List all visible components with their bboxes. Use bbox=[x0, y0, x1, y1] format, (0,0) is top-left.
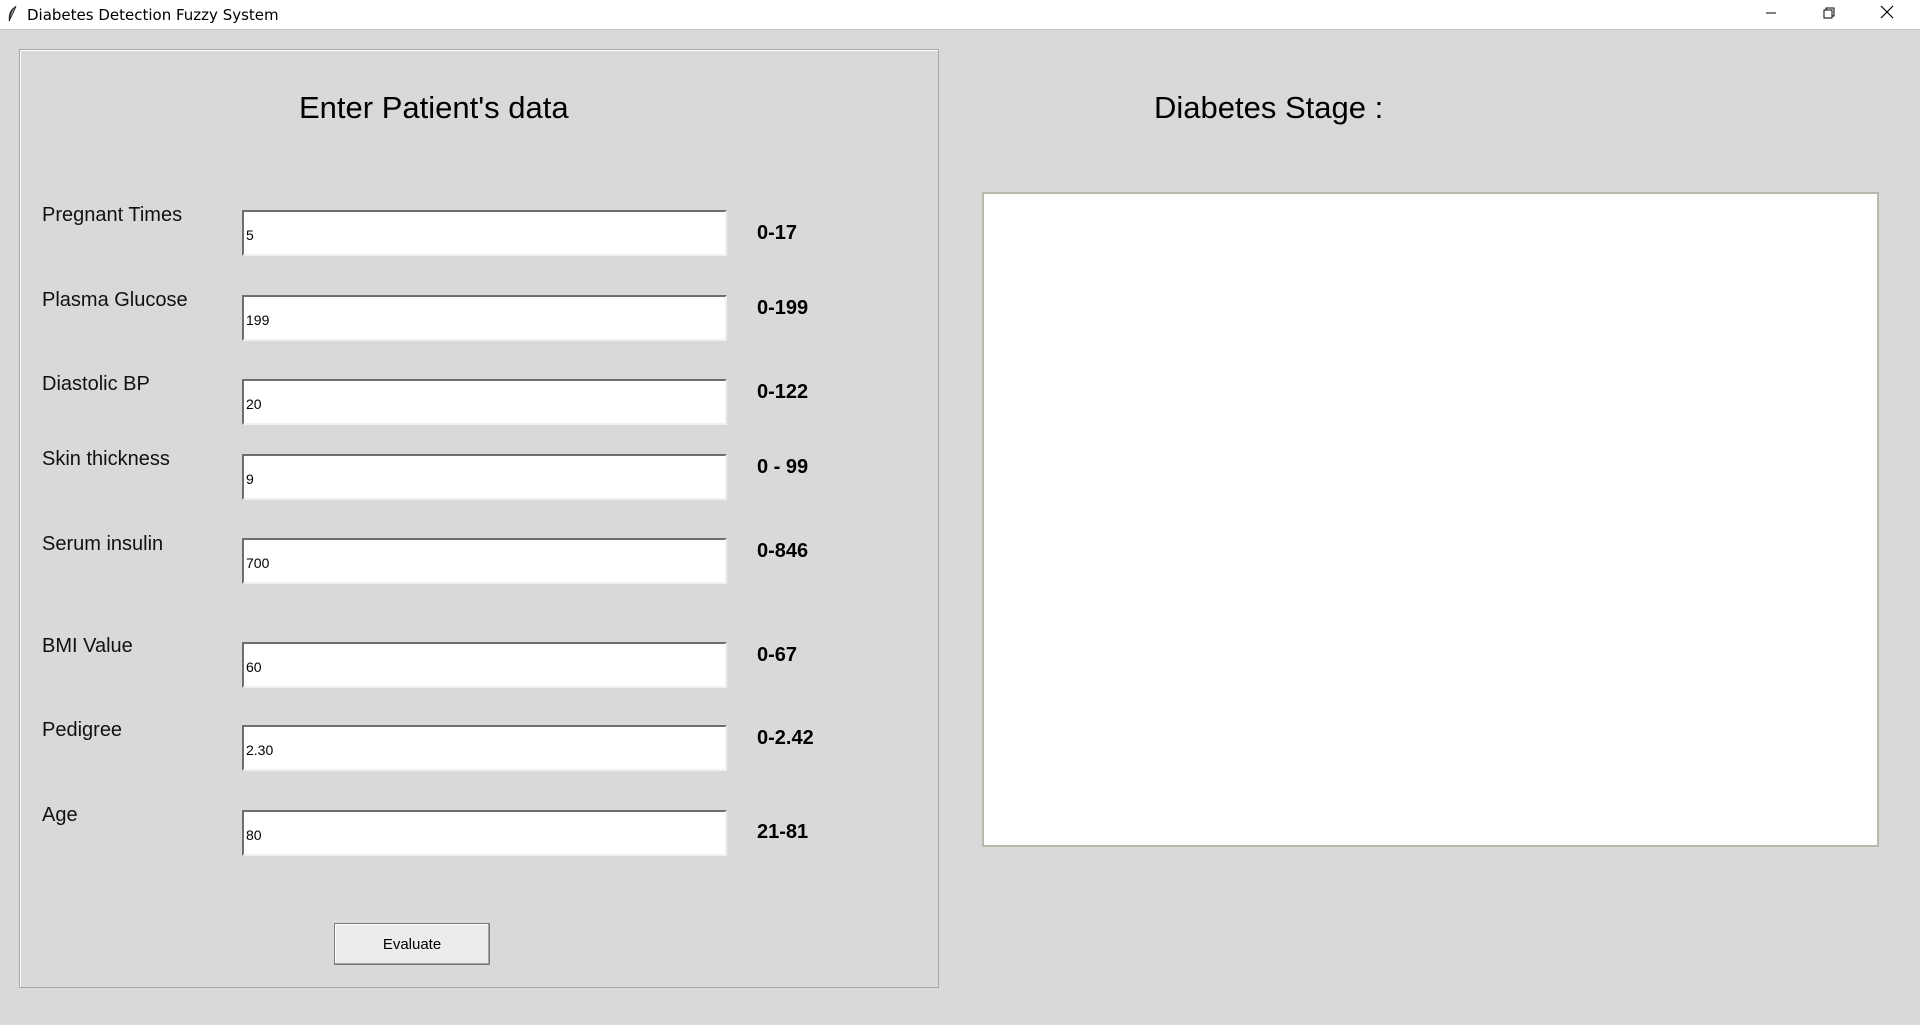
evaluate-button[interactable]: Evaluate bbox=[334, 923, 490, 965]
input-pedigree[interactable] bbox=[242, 725, 727, 771]
input-plasma-glucose[interactable] bbox=[242, 295, 727, 341]
input-diastolic-bp[interactable] bbox=[242, 379, 727, 425]
input-age[interactable] bbox=[242, 810, 727, 856]
input-skin-thickness[interactable] bbox=[242, 454, 727, 500]
label-bmi-value: BMI Value bbox=[42, 635, 133, 657]
range-diastolic-bp: 0-122 bbox=[757, 381, 809, 403]
label-serum-insulin: Serum insulin bbox=[42, 533, 164, 555]
window-title: Diabetes Detection Fuzzy System bbox=[27, 6, 279, 24]
input-pregnant-times[interactable] bbox=[242, 210, 727, 256]
input-bmi-value[interactable] bbox=[242, 642, 727, 688]
label-pedigree: Pedigree bbox=[42, 719, 123, 741]
minimize-button[interactable] bbox=[1742, 0, 1800, 29]
range-bmi-value: 0-67 bbox=[757, 644, 798, 666]
minimize-icon bbox=[1765, 6, 1777, 24]
range-pregnant-times: 0-17 bbox=[757, 222, 798, 244]
range-pedigree: 0-2.42 bbox=[757, 727, 814, 749]
close-button[interactable] bbox=[1858, 0, 1916, 29]
range-skin-thickness: 0 - 99 bbox=[757, 456, 809, 478]
range-plasma-glucose: 0-199 bbox=[757, 297, 809, 319]
patient-data-heading: Enter Patient's data bbox=[299, 90, 569, 125]
diabetes-stage-output bbox=[982, 192, 1879, 847]
input-serum-insulin[interactable] bbox=[242, 538, 727, 584]
label-plasma-glucose: Plasma Glucose bbox=[42, 289, 188, 311]
label-skin-thickness: Skin thickness bbox=[42, 448, 170, 470]
diabetes-stage-heading: Diabetes Stage : bbox=[1154, 90, 1384, 125]
title-bar: Diabetes Detection Fuzzy System bbox=[0, 0, 1920, 30]
restore-icon bbox=[1823, 6, 1835, 24]
restore-button[interactable] bbox=[1800, 0, 1858, 29]
label-diastolic-bp: Diastolic BP bbox=[42, 373, 150, 395]
range-age: 21-81 bbox=[757, 821, 809, 843]
feather-icon bbox=[6, 5, 18, 23]
label-pregnant-times: Pregnant Times bbox=[42, 204, 183, 226]
label-age: Age bbox=[42, 804, 78, 826]
close-icon bbox=[1880, 5, 1894, 24]
range-serum-insulin: 0-846 bbox=[757, 540, 809, 562]
